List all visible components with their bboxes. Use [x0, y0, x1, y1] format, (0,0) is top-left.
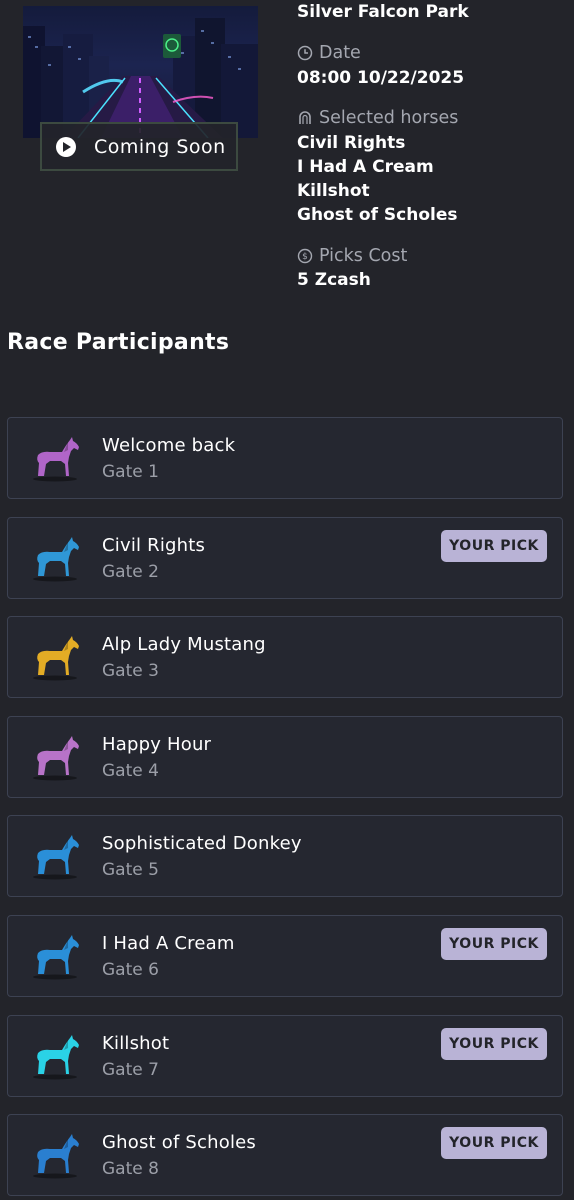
date-value: 08:00 10/22/2025 [297, 68, 465, 88]
horse-gate: Gate 7 [102, 1060, 159, 1080]
race-preview-image[interactable] [23, 6, 258, 138]
participant-card[interactable]: Welcome back Gate 1 [7, 417, 563, 499]
horse-name: Civil Rights [102, 535, 206, 556]
your-pick-badge: YOUR PICK [441, 928, 547, 960]
selected-horse-name: Ghost of Scholes [297, 205, 458, 225]
race-header: Coming Soon Silver Falcon Park Date 08:0… [0, 0, 574, 320]
your-pick-badge: YOUR PICK [441, 1028, 547, 1060]
horse-gate: Gate 1 [102, 462, 159, 482]
participant-card[interactable]: Civil Rights Gate 2 YOUR PICK [7, 517, 563, 599]
horse-name: Sophisticated Donkey [102, 833, 302, 854]
horse-name: I Had A Cream [102, 933, 235, 954]
participant-card[interactable]: Killshot Gate 7 YOUR PICK [7, 1015, 563, 1097]
horse-gate: Gate 4 [102, 761, 159, 781]
horseshoe-icon [299, 111, 311, 124]
selected-horses-label-row: Selected horses [297, 108, 458, 128]
horse-icon [33, 537, 79, 582]
participant-card[interactable]: I Had A Cream Gate 6 YOUR PICK [7, 915, 563, 997]
picks-cost-label-row: $ Picks Cost [297, 246, 407, 266]
horse-name: Welcome back [102, 435, 236, 456]
participant-card[interactable]: Alp Lady Mustang Gate 3 [7, 616, 563, 698]
selected-horses-label: Selected horses [319, 108, 459, 128]
svg-text:$: $ [302, 252, 308, 262]
clock-icon [297, 45, 313, 61]
participant-card[interactable]: Sophisticated Donkey Gate 5 [7, 815, 563, 897]
horse-icon [33, 636, 79, 681]
horse-icon [33, 1035, 79, 1080]
date-label-row: Date [297, 43, 361, 63]
participant-card[interactable]: Ghost of Scholes Gate 8 YOUR PICK [7, 1114, 563, 1196]
horse-name: Happy Hour [102, 734, 212, 755]
coming-soon-label: Coming Soon [94, 135, 226, 158]
selected-horse-name: Civil Rights [297, 133, 406, 153]
participant-card[interactable]: Happy Hour Gate 4 [7, 716, 563, 798]
horse-gate: Gate 2 [102, 562, 159, 582]
horse-gate: Gate 8 [102, 1159, 159, 1179]
picks-cost-value: 5 Zcash [297, 270, 371, 290]
your-pick-badge: YOUR PICK [441, 1127, 547, 1159]
coin-icon: $ [297, 248, 313, 264]
date-label: Date [319, 43, 361, 63]
selected-horse-name: I Had A Cream [297, 157, 434, 177]
horse-gate: Gate 6 [102, 960, 159, 980]
selected-horse-name: Killshot [297, 181, 370, 201]
horse-name: Ghost of Scholes [102, 1132, 256, 1153]
play-icon [56, 136, 76, 157]
city-racetrack-illustration [23, 18, 258, 138]
horse-icon [33, 736, 79, 781]
horse-icon [33, 835, 79, 880]
horse-icon [33, 935, 79, 980]
horse-name: Alp Lady Mustang [102, 634, 266, 655]
horse-gate: Gate 5 [102, 860, 159, 880]
race-participants-title: Race Participants [7, 330, 230, 355]
track-name: Silver Falcon Park [297, 2, 469, 22]
your-pick-badge: YOUR PICK [441, 530, 547, 562]
picks-cost-label: Picks Cost [319, 246, 408, 266]
horse-icon [33, 1134, 79, 1179]
horse-name: Killshot [102, 1033, 170, 1054]
horse-gate: Gate 3 [102, 661, 159, 681]
coming-soon-button[interactable]: Coming Soon [40, 122, 238, 171]
horse-icon [33, 437, 79, 482]
